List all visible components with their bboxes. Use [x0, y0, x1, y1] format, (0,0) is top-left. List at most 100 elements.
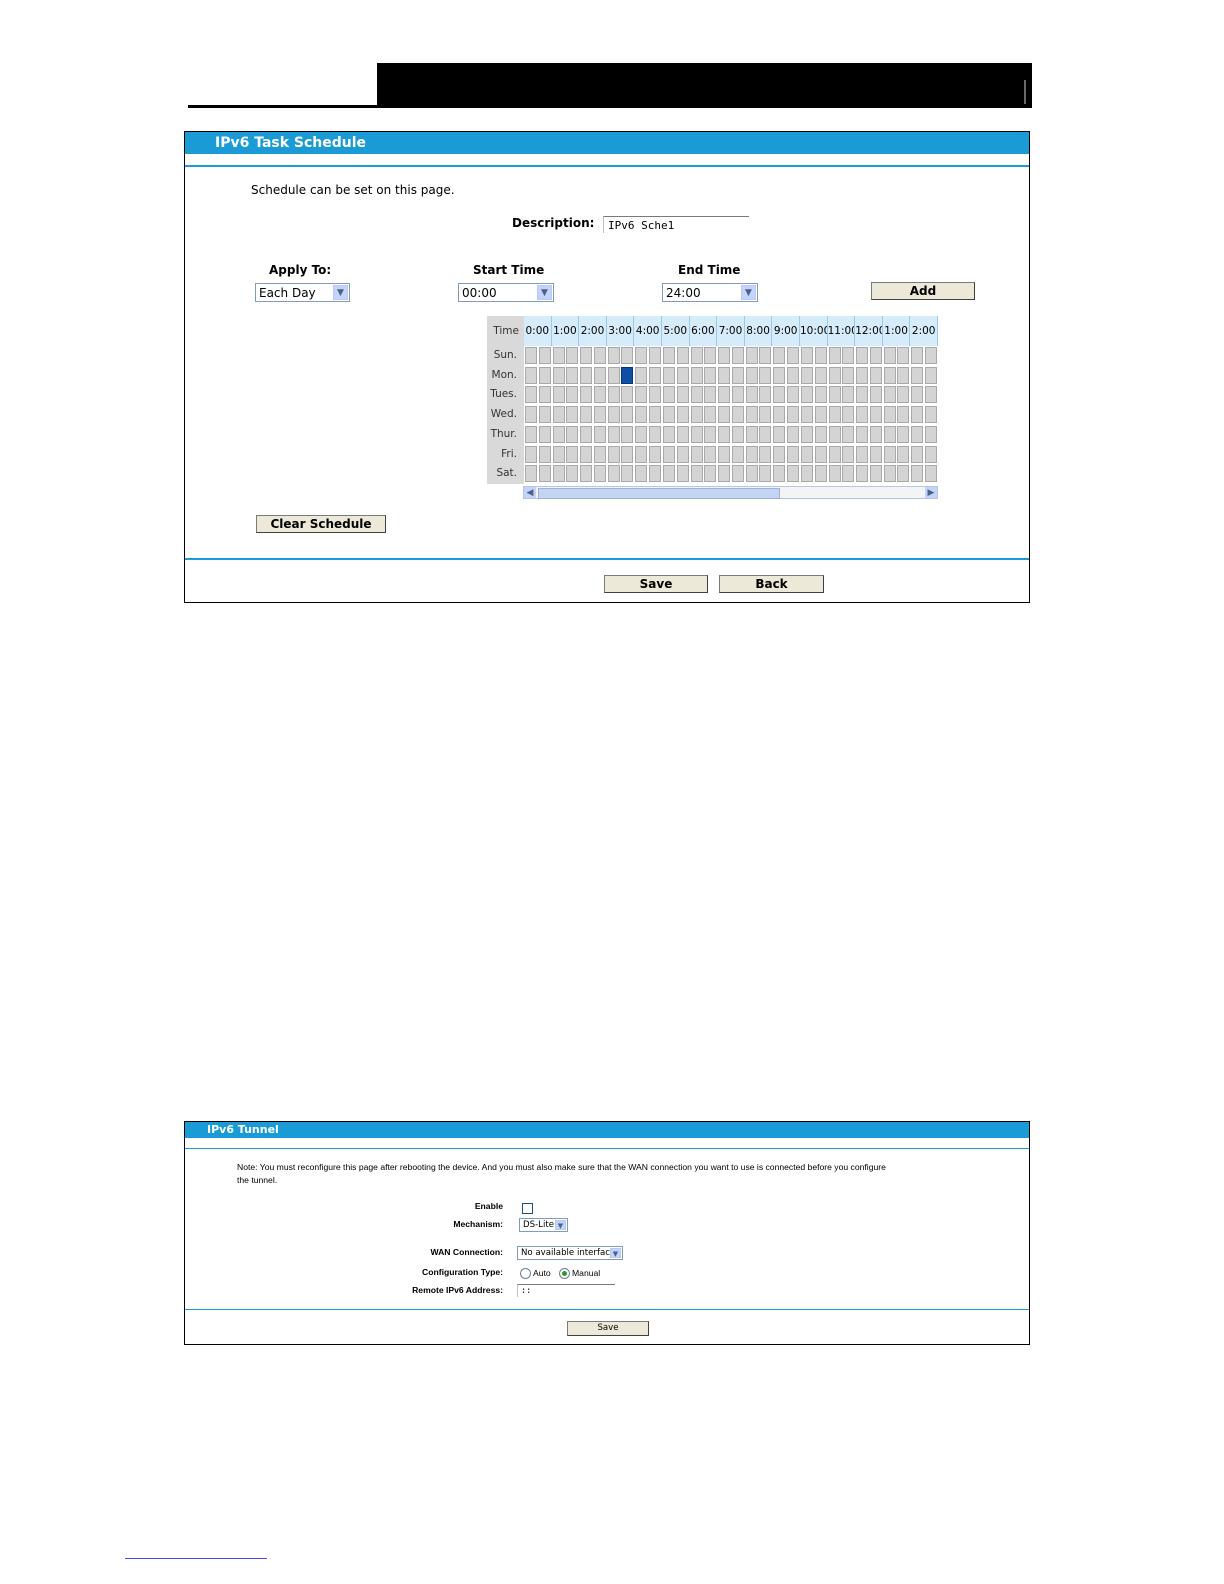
- grid-cell[interactable]: [718, 425, 731, 443]
- grid-cell[interactable]: [869, 386, 882, 404]
- scroll-thumb[interactable]: [538, 488, 780, 499]
- grid-cell[interactable]: [663, 366, 675, 384]
- grid-cell[interactable]: [801, 406, 813, 424]
- grid-cell[interactable]: [538, 386, 551, 404]
- scroll-left-icon[interactable]: ◀: [524, 487, 536, 498]
- grid-cell[interactable]: [773, 425, 786, 443]
- grid-cell[interactable]: [856, 445, 869, 463]
- grid-cell[interactable]: [828, 425, 841, 443]
- grid-cell[interactable]: [538, 366, 551, 384]
- grid-cell[interactable]: [676, 386, 689, 404]
- grid-cell[interactable]: [648, 445, 661, 463]
- grid-cell[interactable]: [856, 425, 869, 443]
- grid-cell[interactable]: [635, 465, 648, 483]
- grid-cell[interactable]: [525, 425, 537, 443]
- grid-cell[interactable]: [745, 445, 758, 463]
- grid-cell[interactable]: [745, 465, 758, 483]
- grid-cell[interactable]: [525, 406, 537, 424]
- grid-cell[interactable]: [731, 386, 744, 404]
- grid-cell[interactable]: [635, 445, 648, 463]
- grid-horizontal-scrollbar[interactable]: ◀ ▶: [523, 486, 938, 499]
- grid-cell[interactable]: [883, 386, 896, 404]
- config-auto-radio[interactable]: [520, 1268, 531, 1279]
- grid-cell[interactable]: [759, 347, 772, 364]
- grid-cell[interactable]: [842, 347, 855, 364]
- grid-cell[interactable]: [911, 347, 924, 364]
- grid-cell[interactable]: [621, 406, 634, 424]
- grid-cell[interactable]: [773, 406, 786, 424]
- grid-cell[interactable]: [814, 366, 827, 384]
- add-button[interactable]: Add: [871, 282, 975, 300]
- grid-cell[interactable]: [593, 386, 606, 404]
- grid-cell[interactable]: [663, 347, 675, 364]
- grid-cell[interactable]: [842, 465, 855, 483]
- tunnel-save-button[interactable]: Save: [567, 1321, 649, 1336]
- grid-cell[interactable]: [883, 445, 896, 463]
- grid-cell[interactable]: [690, 465, 703, 483]
- grid-cell[interactable]: [676, 465, 689, 483]
- grid-cell[interactable]: [607, 366, 620, 384]
- grid-cell[interactable]: [869, 347, 882, 364]
- grid-cell[interactable]: [869, 406, 882, 424]
- grid-cell[interactable]: [552, 406, 565, 424]
- end-time-select[interactable]: 24:00 ▼: [662, 283, 758, 302]
- grid-cell[interactable]: [566, 445, 579, 463]
- back-button[interactable]: Back: [719, 575, 824, 593]
- grid-cell[interactable]: [911, 386, 924, 404]
- grid-cell[interactable]: [924, 425, 937, 443]
- grid-cell[interactable]: [924, 406, 937, 424]
- grid-cell[interactable]: [704, 386, 717, 404]
- grid-cell[interactable]: [593, 425, 606, 443]
- grid-cell[interactable]: [801, 347, 813, 364]
- grid-cell[interactable]: [580, 445, 593, 463]
- grid-cell[interactable]: [759, 425, 772, 443]
- grid-cell[interactable]: [828, 347, 841, 364]
- grid-cell[interactable]: [842, 425, 855, 443]
- grid-cell[interactable]: [566, 425, 579, 443]
- grid-cell[interactable]: [828, 366, 841, 384]
- grid-cell[interactable]: [663, 465, 675, 483]
- grid-cell[interactable]: [883, 465, 896, 483]
- grid-cell[interactable]: [690, 445, 703, 463]
- grid-cell[interactable]: [911, 445, 924, 463]
- grid-cell[interactable]: [731, 366, 744, 384]
- grid-cell[interactable]: [773, 465, 786, 483]
- grid-cell[interactable]: [924, 445, 937, 463]
- grid-cell[interactable]: [814, 347, 827, 364]
- grid-cell[interactable]: [897, 425, 910, 443]
- grid-cell[interactable]: [676, 347, 689, 364]
- grid-cell[interactable]: [538, 445, 551, 463]
- grid-cell[interactable]: [676, 445, 689, 463]
- grid-cell[interactable]: [897, 445, 910, 463]
- scroll-right-icon[interactable]: ▶: [925, 487, 937, 498]
- grid-cell[interactable]: [663, 406, 675, 424]
- grid-cell[interactable]: [663, 425, 675, 443]
- grid-cell[interactable]: [676, 406, 689, 424]
- grid-cell[interactable]: [759, 406, 772, 424]
- grid-cell[interactable]: [621, 386, 634, 404]
- grid-cell[interactable]: [525, 386, 537, 404]
- grid-cell[interactable]: [911, 465, 924, 483]
- grid-cell[interactable]: [593, 347, 606, 364]
- grid-cell[interactable]: [593, 445, 606, 463]
- grid-cell[interactable]: [690, 406, 703, 424]
- grid-cell[interactable]: [856, 366, 869, 384]
- grid-cell[interactable]: [745, 425, 758, 443]
- grid-cell[interactable]: [786, 406, 799, 424]
- grid-cell[interactable]: [924, 386, 937, 404]
- grid-cell[interactable]: [580, 465, 593, 483]
- grid-cell[interactable]: [648, 347, 661, 364]
- grid-cell[interactable]: [828, 465, 841, 483]
- grid-cell[interactable]: [759, 386, 772, 404]
- grid-cell[interactable]: [635, 347, 648, 364]
- grid-cell[interactable]: [690, 386, 703, 404]
- clear-schedule-button[interactable]: Clear Schedule: [256, 515, 386, 533]
- grid-cell[interactable]: [869, 366, 882, 384]
- grid-cell[interactable]: [745, 386, 758, 404]
- grid-cell[interactable]: [525, 347, 537, 364]
- grid-cell[interactable]: [607, 445, 620, 463]
- grid-cell[interactable]: [924, 347, 937, 364]
- grid-cell[interactable]: [897, 406, 910, 424]
- grid-cell[interactable]: [759, 465, 772, 483]
- grid-cell[interactable]: [648, 366, 661, 384]
